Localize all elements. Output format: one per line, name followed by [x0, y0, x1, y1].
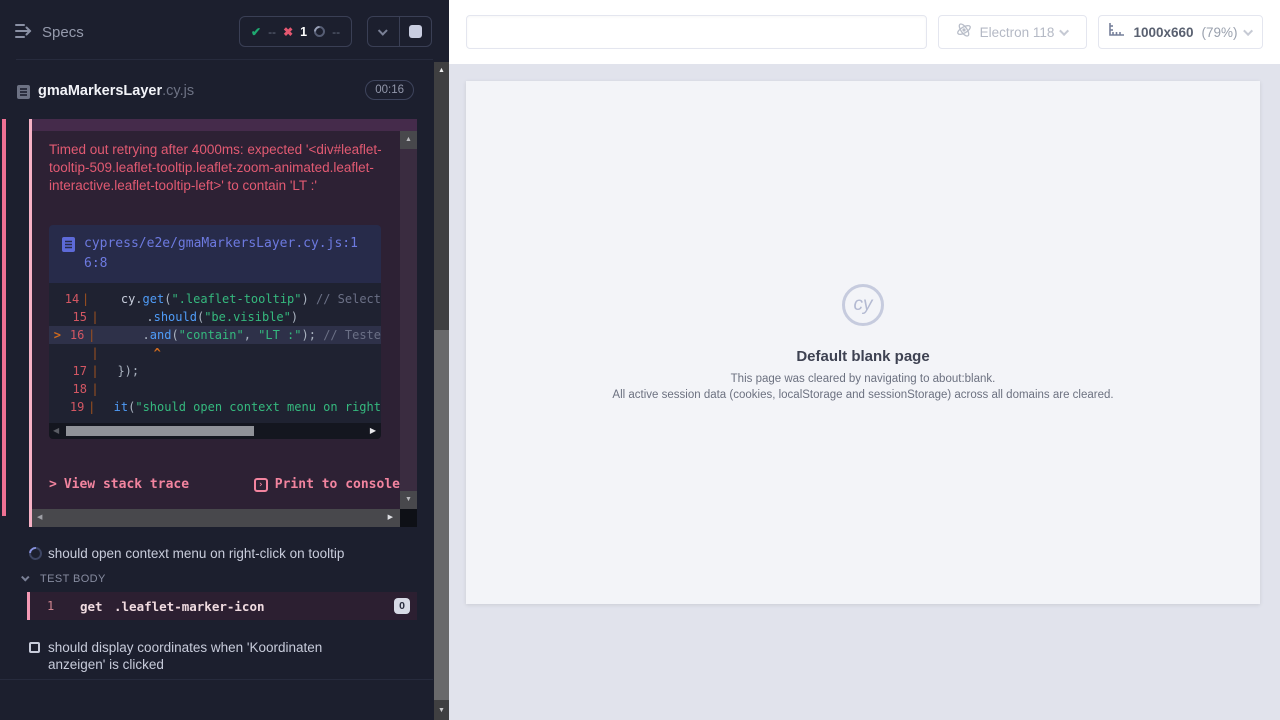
command-target: .leaflet-marker-icon	[114, 599, 265, 614]
view-stack-trace-label: View stack trace	[64, 477, 189, 492]
spec-file-icon	[16, 84, 31, 105]
code-horizontal-scrollbar[interactable]: ◀ ▶	[49, 423, 381, 439]
code-line: 17| });	[49, 362, 381, 380]
spec-basename: gmaMarkersLayer	[38, 83, 162, 99]
blank-page-line1: This page was cleared by navigating to a…	[466, 373, 1260, 385]
reporter-scrollbar[interactable]: ▲ ▼	[434, 62, 449, 720]
code-line: | ^	[49, 344, 381, 362]
print-to-console-button[interactable]: › Print to console	[254, 477, 400, 492]
spec-extension: .cy.js	[162, 83, 194, 99]
pending-test-row[interactable]: should display coordinates when 'Koordin…	[0, 639, 433, 675]
aut-toolbar: Electron 118 1000x660 (79%)	[449, 0, 1280, 64]
pending-spinner-icon	[312, 24, 328, 40]
expand-specs-menu-button[interactable]	[14, 22, 36, 42]
failed-count: 1	[300, 25, 307, 39]
pending-count: --	[332, 25, 340, 39]
scroll-up-icon[interactable]: ▲	[400, 131, 417, 149]
chevron-right-icon: >	[49, 477, 57, 492]
running-test-row[interactable]: should open context menu on right-click …	[0, 545, 433, 565]
reporter-header: Specs ✔ -- ✖ 1 --	[0, 0, 433, 60]
scroll-right-icon: ▶	[388, 509, 393, 527]
error-horizontal-scrollbar[interactable]: ◀ ▶	[32, 509, 400, 527]
chevron-down-icon	[378, 26, 388, 36]
scroll-up-icon[interactable]: ▲	[434, 62, 449, 79]
command-number: 1	[47, 599, 54, 613]
pending-test-icon	[29, 642, 40, 653]
tests-divider	[0, 679, 433, 680]
cypress-logo: cy	[842, 284, 884, 326]
scroll-down-icon[interactable]: ▼	[400, 491, 417, 509]
error-panel-top-edge	[32, 119, 417, 131]
scrollbar-corner	[400, 509, 417, 527]
running-spinner-icon	[26, 544, 44, 562]
passed-count: --	[268, 25, 276, 39]
print-to-console-label: Print to console	[275, 477, 400, 492]
code-frame-file-path: cypress/e2e/gmaMarkersLayer.cy.js:16:8	[84, 234, 361, 274]
viewport-size-label: 1000x660	[1133, 25, 1193, 40]
attempt-accent-border	[2, 119, 6, 516]
test-body-label: TEST BODY	[40, 573, 106, 585]
code-line: 19| it("should open context menu on righ…	[49, 398, 381, 416]
file-icon	[61, 234, 76, 274]
code-frame-file-link[interactable]: cypress/e2e/gmaMarkersLayer.cy.js:16:8	[49, 225, 381, 283]
failed-attempt-block: Timed out retrying after 4000ms: expecte…	[0, 119, 433, 527]
test-body-toggle[interactable]: TEST BODY	[0, 572, 433, 588]
stop-run-button[interactable]	[400, 17, 431, 46]
pending-test-title: should display coordinates when 'Koordin…	[48, 639, 382, 673]
reporter-panel: Specs ✔ -- ✖ 1 -- gmaMarkersLayer.cy.js …	[0, 0, 449, 720]
viewport-zoom-label: (79%)	[1202, 25, 1238, 40]
electron-icon	[956, 22, 972, 43]
run-controls	[367, 16, 432, 47]
command-log-row[interactable]: 1 get .leaflet-marker-icon 0	[27, 592, 417, 620]
app-preview-panel: Electron 118 1000x660 (79%) cy Default b…	[449, 0, 1280, 720]
view-stack-trace-button[interactable]: > View stack trace	[49, 477, 189, 492]
chevron-down-icon	[1243, 26, 1253, 36]
code-line: >16| .and("contain", "LT :"); // Teste	[49, 326, 381, 344]
chevron-down-icon	[1060, 26, 1070, 36]
failed-x-icon: ✖	[283, 25, 293, 39]
error-panel: Timed out retrying after 4000ms: expecte…	[29, 119, 417, 527]
scroll-left-icon: ◀	[37, 509, 42, 527]
url-input[interactable]	[466, 15, 927, 49]
blank-page-title: Default blank page	[466, 348, 1260, 365]
scroll-right-icon: ▶	[370, 426, 376, 435]
spec-name: gmaMarkersLayer.cy.js	[38, 83, 194, 99]
test-stats: ✔ -- ✖ 1 --	[239, 16, 352, 47]
scroll-left-icon: ◀	[53, 426, 59, 435]
stop-icon	[409, 25, 422, 38]
code-frame-body: 14| cy.get(".leaflet-tooltip") // Select…	[49, 283, 381, 423]
specs-label: Specs	[42, 24, 84, 41]
code-frame: cypress/e2e/gmaMarkersLayer.cy.js:16:8 1…	[49, 225, 381, 439]
code-line: 15| .should("be.visible")	[49, 308, 381, 326]
aut-frame: cy Default blank page This page was clea…	[466, 81, 1260, 604]
blank-page-line2: All active session data (cookies, localS…	[466, 389, 1260, 401]
passed-check-icon: ✔	[251, 25, 261, 39]
code-line: 18|	[49, 380, 381, 398]
scrollbar-thumb[interactable]	[66, 426, 254, 436]
code-line: 14| cy.get(".leaflet-tooltip") // Select	[49, 290, 381, 308]
error-message: Timed out retrying after 4000ms: expecte…	[49, 141, 395, 195]
ruler-icon	[1108, 22, 1125, 42]
autoscroll-toggle-button[interactable]	[368, 17, 399, 46]
yielded-count-badge: 0	[394, 598, 410, 614]
running-test-title: should open context menu on right-click …	[48, 545, 420, 562]
command-method: get	[80, 599, 103, 614]
error-vertical-scrollbar[interactable]: ▲ ▼	[400, 131, 417, 509]
browser-label: Electron 118	[980, 25, 1055, 40]
error-actions: > View stack trace › Print to console	[49, 477, 400, 492]
spec-timer-badge: 00:16	[365, 80, 414, 100]
viewport-size-button[interactable]: 1000x660 (79%)	[1098, 15, 1263, 49]
browser-selector-button[interactable]: Electron 118	[938, 15, 1087, 49]
scroll-down-icon[interactable]: ▼	[434, 703, 449, 719]
chevron-down-icon	[21, 573, 29, 581]
spec-row: gmaMarkersLayer.cy.js 00:16	[0, 60, 433, 108]
console-icon: ›	[254, 478, 268, 492]
scrollbar-thumb[interactable]	[434, 330, 449, 700]
